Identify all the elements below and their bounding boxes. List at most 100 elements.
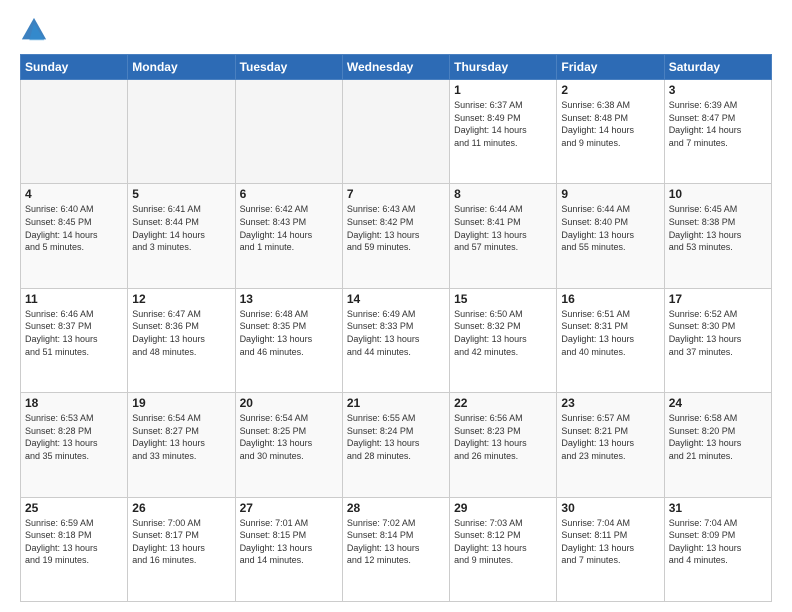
day-info: Sunrise: 6:52 AM Sunset: 8:30 PM Dayligh… [669,308,767,358]
calendar-cell: 10Sunrise: 6:45 AM Sunset: 8:38 PM Dayli… [664,184,771,288]
day-number: 12 [132,292,230,306]
weekday-tuesday: Tuesday [235,55,342,80]
week-row-4: 18Sunrise: 6:53 AM Sunset: 8:28 PM Dayli… [21,393,772,497]
day-number: 25 [25,501,123,515]
day-number: 22 [454,396,552,410]
week-row-3: 11 Sunrise: 6:46 AM Sunset: 8:37 PM Dayli… [21,288,772,392]
day-number: 24 [669,396,767,410]
day-info: Sunrise: 6:48 AM Sunset: 8:35 PM Dayligh… [240,308,338,358]
day-number: 1 [454,83,552,97]
day-number: 27 [240,501,338,515]
calendar-cell: 22 Sunrise: 6:56 AM Sunset: 8:23 PM Dayli… [450,393,557,497]
calendar-cell: 25 Sunrise: 6:59 AM Sunset: 8:18 PM Dayli… [21,497,128,601]
day-number: 7 [347,187,445,201]
day-info: Sunrise: 6:55 AM Sunset: 8:24 PM Dayligh… [347,412,445,462]
day-number: 15 [454,292,552,306]
day-number: 18 [25,396,123,410]
weekday-sunday: Sunday [21,55,128,80]
day-number: 16 [561,292,659,306]
calendar-cell: 3 Sunrise: 6:39 AM Sunset: 8:47 PM Daylig… [664,80,771,184]
day-number: 3 [669,83,767,97]
day-info: Sunrise: 7:00 AM Sunset: 8:17 PM Dayligh… [132,517,230,567]
day-info: Sunrise: 6:41 AM Sunset: 8:44 PM Dayligh… [132,203,230,253]
weekday-friday: Friday [557,55,664,80]
weekday-header-row: SundayMondayTuesdayWednesdayThursdayFrid… [21,55,772,80]
day-info: Sunrise: 6:51 AM Sunset: 8:31 PM Dayligh… [561,308,659,358]
day-info: Sunrise: 6:50 AM Sunset: 8:32 PM Dayligh… [454,308,552,358]
calendar-cell: 26 Sunrise: 7:00 AM Sunset: 8:17 PM Dayli… [128,497,235,601]
logo-icon [20,16,48,44]
day-number: 23 [561,396,659,410]
calendar-cell: 6 Sunrise: 6:42 AM Sunset: 8:43 PM Daylig… [235,184,342,288]
day-info: Sunrise: 7:02 AM Sunset: 8:14 PM Dayligh… [347,517,445,567]
day-info: Sunrise: 7:03 AM Sunset: 8:12 PM Dayligh… [454,517,552,567]
calendar-cell [128,80,235,184]
page: SundayMondayTuesdayWednesdayThursdayFrid… [0,0,792,612]
calendar-cell: 18Sunrise: 6:53 AM Sunset: 8:28 PM Dayli… [21,393,128,497]
week-row-5: 25 Sunrise: 6:59 AM Sunset: 8:18 PM Dayli… [21,497,772,601]
day-info: Sunrise: 6:58 AM Sunset: 8:20 PM Dayligh… [669,412,767,462]
day-info: Sunrise: 6:57 AM Sunset: 8:21 PM Dayligh… [561,412,659,462]
weekday-wednesday: Wednesday [342,55,449,80]
day-info: Sunrise: 6:49 AM Sunset: 8:33 PM Dayligh… [347,308,445,358]
calendar-cell: 30Sunrise: 7:04 AM Sunset: 8:11 PM Dayli… [557,497,664,601]
day-number: 14 [347,292,445,306]
calendar-cell: 17 Sunrise: 6:52 AM Sunset: 8:30 PM Dayli… [664,288,771,392]
day-info: Sunrise: 6:54 AM Sunset: 8:27 PM Dayligh… [132,412,230,462]
day-number: 6 [240,187,338,201]
day-info: Sunrise: 6:37 AM Sunset: 8:49 PM Dayligh… [454,99,552,149]
calendar-cell: 21 Sunrise: 6:55 AM Sunset: 8:24 PM Dayli… [342,393,449,497]
day-number: 28 [347,501,445,515]
week-row-1: 1 Sunrise: 6:37 AM Sunset: 8:49 PM Daylig… [21,80,772,184]
calendar-cell: 2 Sunrise: 6:38 AM Sunset: 8:48 PM Daylig… [557,80,664,184]
weekday-saturday: Saturday [664,55,771,80]
calendar-cell: 19 Sunrise: 6:54 AM Sunset: 8:27 PM Dayli… [128,393,235,497]
day-number: 9 [561,187,659,201]
calendar-cell: 14 Sunrise: 6:49 AM Sunset: 8:33 PM Dayli… [342,288,449,392]
day-number: 31 [669,501,767,515]
calendar-cell: 16 Sunrise: 6:51 AM Sunset: 8:31 PM Dayli… [557,288,664,392]
week-row-2: 4 Sunrise: 6:40 AM Sunset: 8:45 PM Daylig… [21,184,772,288]
day-number: 20 [240,396,338,410]
day-info: Sunrise: 6:44 AM Sunset: 8:40 PM Dayligh… [561,203,659,253]
day-info: Sunrise: 6:38 AM Sunset: 8:48 PM Dayligh… [561,99,659,149]
calendar-cell: 23 Sunrise: 6:57 AM Sunset: 8:21 PM Dayli… [557,393,664,497]
calendar-cell: 9 Sunrise: 6:44 AM Sunset: 8:40 PM Daylig… [557,184,664,288]
calendar-cell: 7 Sunrise: 6:43 AM Sunset: 8:42 PM Daylig… [342,184,449,288]
calendar-cell: 1 Sunrise: 6:37 AM Sunset: 8:49 PM Daylig… [450,80,557,184]
day-info: Sunrise: 6:46 AM Sunset: 8:37 PM Dayligh… [25,308,123,358]
day-number: 4 [25,187,123,201]
day-info: Sunrise: 7:04 AM Sunset: 8:11 PM Dayligh… [561,517,659,567]
day-info: Sunrise: 6:44 AM Sunset: 8:41 PM Dayligh… [454,203,552,253]
day-number: 2 [561,83,659,97]
calendar-cell: 12Sunrise: 6:47 AM Sunset: 8:36 PM Dayli… [128,288,235,392]
day-info: Sunrise: 6:42 AM Sunset: 8:43 PM Dayligh… [240,203,338,253]
day-info: Sunrise: 6:56 AM Sunset: 8:23 PM Dayligh… [454,412,552,462]
day-info: Sunrise: 6:59 AM Sunset: 8:18 PM Dayligh… [25,517,123,567]
calendar-cell: 31 Sunrise: 7:04 AM Sunset: 8:09 PM Dayli… [664,497,771,601]
day-info: Sunrise: 7:04 AM Sunset: 8:09 PM Dayligh… [669,517,767,567]
day-number: 26 [132,501,230,515]
day-info: Sunrise: 6:39 AM Sunset: 8:47 PM Dayligh… [669,99,767,149]
day-number: 11 [25,292,123,306]
calendar-cell [21,80,128,184]
calendar-cell [342,80,449,184]
day-info: Sunrise: 6:45 AM Sunset: 8:38 PM Dayligh… [669,203,767,253]
calendar-cell: 20Sunrise: 6:54 AM Sunset: 8:25 PM Dayli… [235,393,342,497]
day-info: Sunrise: 6:40 AM Sunset: 8:45 PM Dayligh… [25,203,123,253]
calendar-cell: 24 Sunrise: 6:58 AM Sunset: 8:20 PM Dayli… [664,393,771,497]
day-number: 29 [454,501,552,515]
day-number: 8 [454,187,552,201]
calendar-table: SundayMondayTuesdayWednesdayThursdayFrid… [20,54,772,602]
day-info: Sunrise: 6:43 AM Sunset: 8:42 PM Dayligh… [347,203,445,253]
weekday-monday: Monday [128,55,235,80]
calendar-cell: 28 Sunrise: 7:02 AM Sunset: 8:14 PM Dayli… [342,497,449,601]
calendar-cell: 5Sunrise: 6:41 AM Sunset: 8:44 PM Daylig… [128,184,235,288]
calendar-cell: 15 Sunrise: 6:50 AM Sunset: 8:32 PM Dayli… [450,288,557,392]
day-number: 21 [347,396,445,410]
day-info: Sunrise: 7:01 AM Sunset: 8:15 PM Dayligh… [240,517,338,567]
day-number: 19 [132,396,230,410]
day-number: 17 [669,292,767,306]
calendar-cell: 29 Sunrise: 7:03 AM Sunset: 8:12 PM Dayli… [450,497,557,601]
day-number: 13 [240,292,338,306]
